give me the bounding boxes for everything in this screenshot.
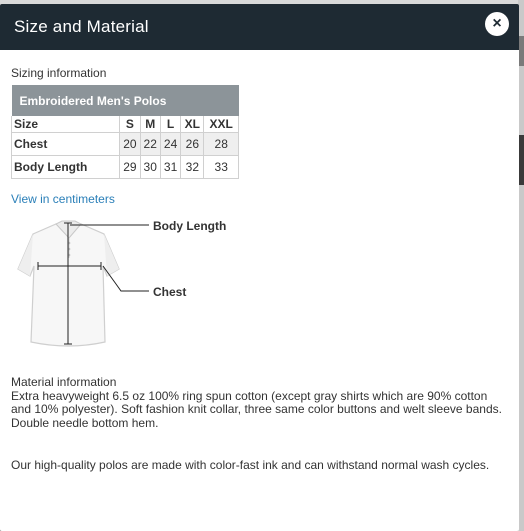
table-cell: 33 — [203, 155, 239, 179]
size-header-row: Size S M L XL XXL — [10, 116, 239, 133]
size-header-cell: Size — [10, 116, 121, 133]
size-header-cell: L — [159, 116, 182, 133]
size-header-cell: S — [119, 116, 141, 133]
table-row: Chest 20 22 24 26 28 — [10, 132, 239, 156]
size-header-cell: M — [139, 116, 161, 133]
row-label-chest: Chest — [10, 132, 121, 156]
chest-label: Chest — [153, 285, 187, 299]
table-cell: 20 — [119, 132, 141, 156]
row-label-body-length: Body Length — [10, 155, 121, 179]
table-cell: 24 — [159, 132, 182, 156]
size-material-modal: Size and Material × Sizing information E… — [0, 4, 519, 531]
table-cell: 30 — [139, 155, 161, 179]
size-header-cell: XL — [180, 116, 205, 133]
material-info-title: Material information — [11, 375, 117, 389]
sizing-info-label: Sizing information — [11, 66, 107, 80]
body-length-label: Body Length — [153, 219, 227, 233]
care-note: Our high-quality polos are made with col… — [11, 458, 490, 472]
table-cell: 26 — [180, 132, 205, 156]
size-header-cell: XXL — [203, 116, 239, 133]
measurement-diagram: Body Length Chest — [11, 214, 508, 364]
modal-header: Size and Material × — [0, 4, 519, 50]
close-icon: × — [492, 15, 502, 32]
size-chart-table: Embroidered Men's Polos Size S M L XL XX… — [10, 85, 239, 179]
modal-title: Size and Material — [14, 17, 149, 36]
size-chart-title: Embroidered Men's Polos — [11, 85, 239, 116]
material-info-text: Extra heavyweight 6.5 oz 100% ring spun … — [11, 388, 502, 430]
table-cell: 31 — [159, 155, 182, 179]
modal-body: Sizing information Embroidered Men's Pol… — [0, 50, 519, 472]
table-row: Body Length 29 30 31 32 33 — [10, 155, 239, 179]
table-cell: 29 — [119, 155, 141, 179]
view-in-centimeters-link[interactable]: View in centimeters — [11, 192, 115, 206]
table-cell: 22 — [139, 132, 161, 156]
material-info: Material information Extra heavyweight 6… — [11, 375, 508, 430]
polo-shirt-illustration — [17, 220, 149, 347]
close-button[interactable]: × — [485, 12, 509, 36]
table-cell: 32 — [180, 155, 205, 179]
table-cell: 28 — [203, 132, 239, 156]
